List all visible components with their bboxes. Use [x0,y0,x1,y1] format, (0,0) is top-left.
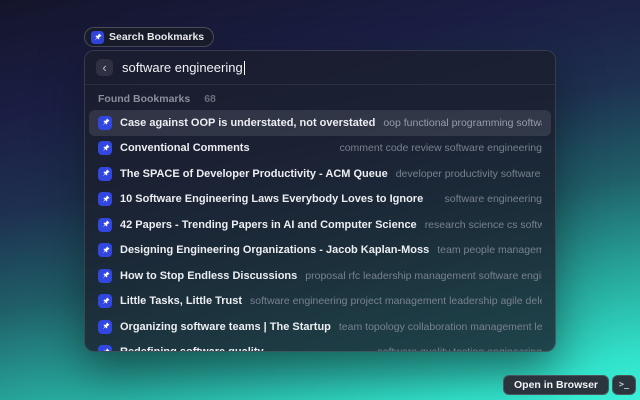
terminal-prompt-icon[interactable]: >_ [612,375,636,395]
bookmark-tags: research science cs software engineering… [425,219,542,231]
pin-icon [98,320,112,334]
results-header: Found Bookmarks 68 [85,85,555,109]
bookmark-tags: developer productivity software engineer… [396,168,542,180]
bookmark-tags: proposal rfc leadership management softw… [305,270,542,282]
bookmark-row-6[interactable]: How to Stop Endless Discussions proposal… [89,263,551,289]
bookmark-tags: team topology collaboration management l… [339,321,542,333]
pin-icon [98,116,112,130]
bookmark-row-5[interactable]: Designing Engineering Organizations - Ja… [89,238,551,264]
bookmark-title: 10 Software Engineering Laws Everybody L… [120,193,423,205]
bookmark-title: The SPACE of Developer Productivity - AC… [120,168,388,180]
bookmark-row-1[interactable]: Conventional Comments comment code revie… [89,136,551,162]
results-header-label: Found Bookmarks [98,93,190,105]
back-button[interactable]: ‹ [96,59,113,76]
bookmark-tags: software engineering project management … [250,295,542,307]
bookmark-title: 42 Papers - Trending Papers in AI and Co… [120,219,417,231]
bookmark-title: Designing Engineering Organizations - Ja… [120,244,429,256]
pin-icon [98,192,112,206]
bookmark-title: Conventional Comments [120,142,250,154]
bookmark-tags: team people management leadership softwa… [437,244,542,256]
bookmark-title: Case against OOP is understated, not ove… [120,117,375,129]
app-pill-search-bookmarks[interactable]: Search Bookmarks [84,27,214,47]
pin-icon [98,243,112,257]
bookmark-tags: oop functional programming software engi… [383,117,542,129]
bookmark-title: Redefining software quality [120,346,264,352]
bookmark-tags: software quality testing engineering [377,346,542,352]
bookmark-title: How to Stop Endless Discussions [120,270,297,282]
bookmark-list: Case against OOP is understated, not ove… [85,109,555,352]
pin-icon [98,141,112,155]
pin-icon [98,345,112,352]
search-input[interactable]: software engineering [122,60,245,75]
pin-icon [98,269,112,283]
bookmark-row-3[interactable]: 10 Software Engineering Laws Everybody L… [89,187,551,213]
results-count: 68 [204,93,216,105]
pin-icon [98,218,112,232]
bookmark-row-7[interactable]: Little Tasks, Little Trust software engi… [89,289,551,315]
bookmark-row-4[interactable]: 42 Papers - Trending Papers in AI and Co… [89,212,551,238]
pin-icon [98,167,112,181]
search-bookmarks-panel: ‹ software engineering Found Bookmarks 6… [84,50,556,352]
app-pill-label: Search Bookmarks [109,31,204,43]
bookmark-row-2[interactable]: The SPACE of Developer Productivity - AC… [89,161,551,187]
bookmark-row-0[interactable]: Case against OOP is understated, not ove… [89,110,551,136]
text-caret [244,61,246,75]
bookmark-row-9[interactable]: Redefining software quality software qua… [89,340,551,353]
search-input-value: software engineering [122,60,243,75]
bookmark-tags: software engineering [445,193,542,205]
search-bar: ‹ software engineering [85,51,555,85]
bookmark-title: Organizing software teams | The Startup [120,321,331,333]
pin-icon [98,294,112,308]
action-overlay: Open in Browser >_ [503,375,636,395]
pin-icon [91,31,104,44]
bookmark-tags: comment code review software engineering [339,142,542,154]
chevron-left-icon: ‹ [102,60,106,75]
bookmark-title: Little Tasks, Little Trust [120,295,242,307]
open-in-browser-button[interactable]: Open in Browser [503,375,609,395]
bookmark-row-8[interactable]: Organizing software teams | The Startup … [89,314,551,340]
